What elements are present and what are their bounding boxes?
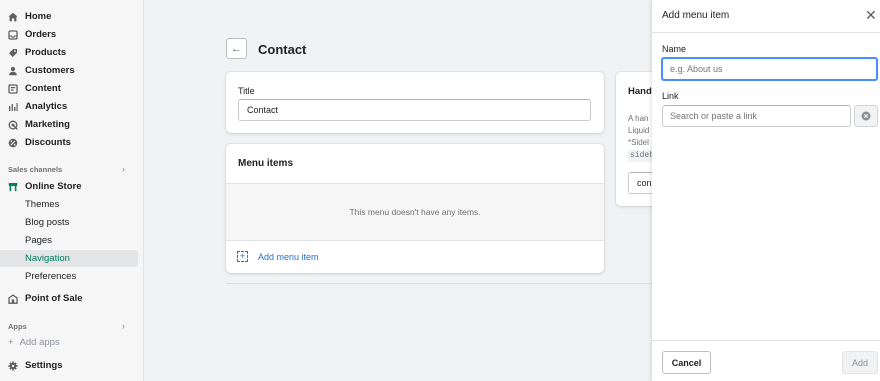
analytics-icon: [9, 102, 18, 111]
sales-channels-heading: Sales channels: [8, 165, 63, 174]
title-label: Title: [238, 86, 255, 96]
add-menu-item-link[interactable]: Add menu item: [258, 252, 319, 262]
sidebar-item-blog-posts[interactable]: Blog posts: [0, 214, 138, 231]
add-button[interactable]: Add: [842, 351, 878, 374]
title-input[interactable]: Contact: [238, 99, 591, 121]
tag-icon: [9, 48, 17, 57]
panel-title: Add menu item: [662, 10, 730, 21]
name-input[interactable]: [661, 57, 878, 81]
plus-icon: +: [8, 337, 14, 348]
sidebar-item-label: Analytics: [25, 101, 68, 112]
sidebar-item-label: Settings: [25, 360, 63, 371]
title-card: Title Contact: [226, 72, 604, 133]
orders-icon: [8, 29, 18, 40]
handle-heading: Hand: [628, 86, 652, 97]
add-menu-item-icon[interactable]: +: [237, 251, 248, 262]
close-icon[interactable]: ✕: [865, 8, 877, 22]
back-button[interactable]: ←: [226, 38, 247, 59]
add-apps-button[interactable]: + Add apps: [8, 337, 60, 348]
chevron-right-icon[interactable]: ›: [122, 321, 125, 331]
page-title: Contact: [258, 42, 307, 57]
add-apps-label: Add apps: [19, 337, 60, 348]
customer-icon: [9, 66, 17, 75]
content-icon: [8, 83, 18, 94]
sidebar-item-label: Orders: [25, 29, 57, 40]
sidebar-item-products[interactable]: Products: [0, 44, 138, 61]
sidebar-item-label: Themes: [25, 199, 60, 210]
clear-link-button[interactable]: [854, 105, 878, 127]
menu-items-heading: Menu items: [238, 158, 294, 169]
sidebar-item-themes[interactable]: Themes: [0, 196, 138, 213]
sidebar-item-label: Marketing: [25, 119, 70, 130]
store-icon: [8, 182, 18, 191]
sidebar-item-label: Online Store: [25, 181, 82, 192]
empty-state: This menu doesn't have any items.: [226, 183, 604, 241]
sidebar-item-label: Blog posts: [25, 217, 70, 228]
home-icon: [8, 12, 18, 21]
cancel-button[interactable]: Cancel: [662, 351, 711, 374]
sidebar-item-marketing[interactable]: Marketing: [0, 116, 138, 133]
pos-icon: [8, 293, 18, 304]
panel-footer-divider: [652, 340, 880, 341]
clear-circle-icon: [861, 111, 871, 121]
marketing-icon: [8, 120, 18, 130]
name-label: Name: [662, 44, 687, 54]
sidebar-item-home[interactable]: Home: [0, 8, 138, 25]
empty-state-text: This menu doesn't have any items.: [349, 207, 481, 217]
link-search-input[interactable]: [662, 105, 851, 127]
sidebar-item-online-store[interactable]: Online Store: [0, 178, 138, 195]
sidebar-item-label: Home: [25, 11, 52, 22]
sidebar: Home Orders Products Customers Content A…: [0, 0, 144, 381]
sidebar-item-orders[interactable]: Orders: [0, 26, 138, 43]
sidebar-item-label: Content: [25, 83, 61, 94]
apps-heading: Apps: [8, 322, 27, 331]
discount-icon: [8, 138, 18, 147]
sidebar-item-label: Point of Sale: [25, 293, 83, 304]
sidebar-item-label: Pages: [25, 235, 52, 246]
chevron-right-icon[interactable]: ›: [122, 164, 125, 174]
sidebar-item-label: Customers: [25, 65, 75, 76]
sidebar-item-label: Discounts: [25, 137, 71, 148]
arrow-left-icon: ←: [231, 42, 242, 55]
gear-icon: [8, 360, 18, 371]
sidebar-item-discounts[interactable]: Discounts: [0, 134, 138, 151]
sidebar-item-content[interactable]: Content: [0, 80, 138, 97]
sidebar-item-label: Products: [25, 47, 67, 58]
sidebar-item-customers[interactable]: Customers: [0, 62, 138, 79]
sidebar-item-label: Preferences: [25, 271, 77, 282]
sidebar-item-analytics[interactable]: Analytics: [0, 98, 138, 115]
link-label: Link: [662, 91, 679, 101]
sidebar-item-point-of-sale[interactable]: Point of Sale: [0, 290, 138, 307]
sidebar-item-label: Navigation: [25, 253, 70, 264]
sidebar-item-settings[interactable]: Settings: [0, 357, 138, 374]
menu-items-card: Menu items This menu doesn't have any it…: [226, 144, 604, 273]
sidebar-item-pages[interactable]: Pages: [0, 232, 138, 249]
sidebar-item-navigation[interactable]: Navigation: [0, 250, 138, 267]
divider: [226, 283, 656, 284]
add-menu-item-panel: Add menu item ✕ Name Link Cancel Add: [652, 0, 880, 381]
panel-header-divider: [652, 32, 880, 33]
sidebar-item-preferences[interactable]: Preferences: [0, 268, 138, 285]
